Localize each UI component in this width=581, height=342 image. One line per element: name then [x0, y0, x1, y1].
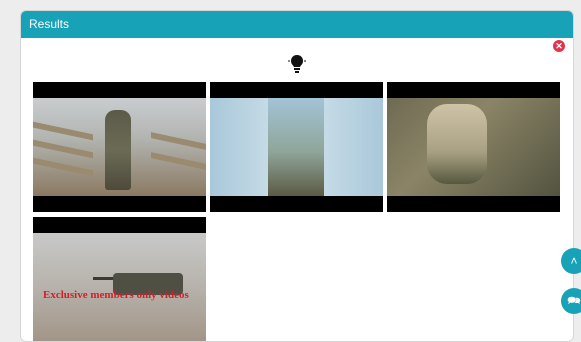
thumbnail-image: Exclusive members only videos [33, 233, 206, 341]
close-icon[interactable]: ✕ [553, 40, 565, 52]
thumbnail-image [210, 98, 383, 196]
panel-header: Results [21, 11, 573, 38]
chat-button[interactable]: 🗪 [561, 288, 581, 314]
video-thumbnail-3[interactable] [387, 82, 560, 212]
video-thumbnail-4[interactable]: Exclusive members only videos [33, 217, 206, 341]
panel-title: Results [29, 17, 70, 31]
scroll-up-button[interactable]: ˄ [561, 248, 581, 274]
lightbulb-icon[interactable] [288, 53, 306, 75]
soldier-figure [105, 110, 131, 190]
thumbnail-overlay-text: Exclusive members only videos [43, 289, 189, 301]
thumbnail-image [33, 98, 206, 196]
thumbnail-image [387, 98, 560, 196]
video-thumbnail-1[interactable] [33, 82, 206, 212]
video-thumbnail-2[interactable] [210, 82, 383, 212]
results-panel: Results ✕ Exclusive members only videos [20, 10, 574, 342]
